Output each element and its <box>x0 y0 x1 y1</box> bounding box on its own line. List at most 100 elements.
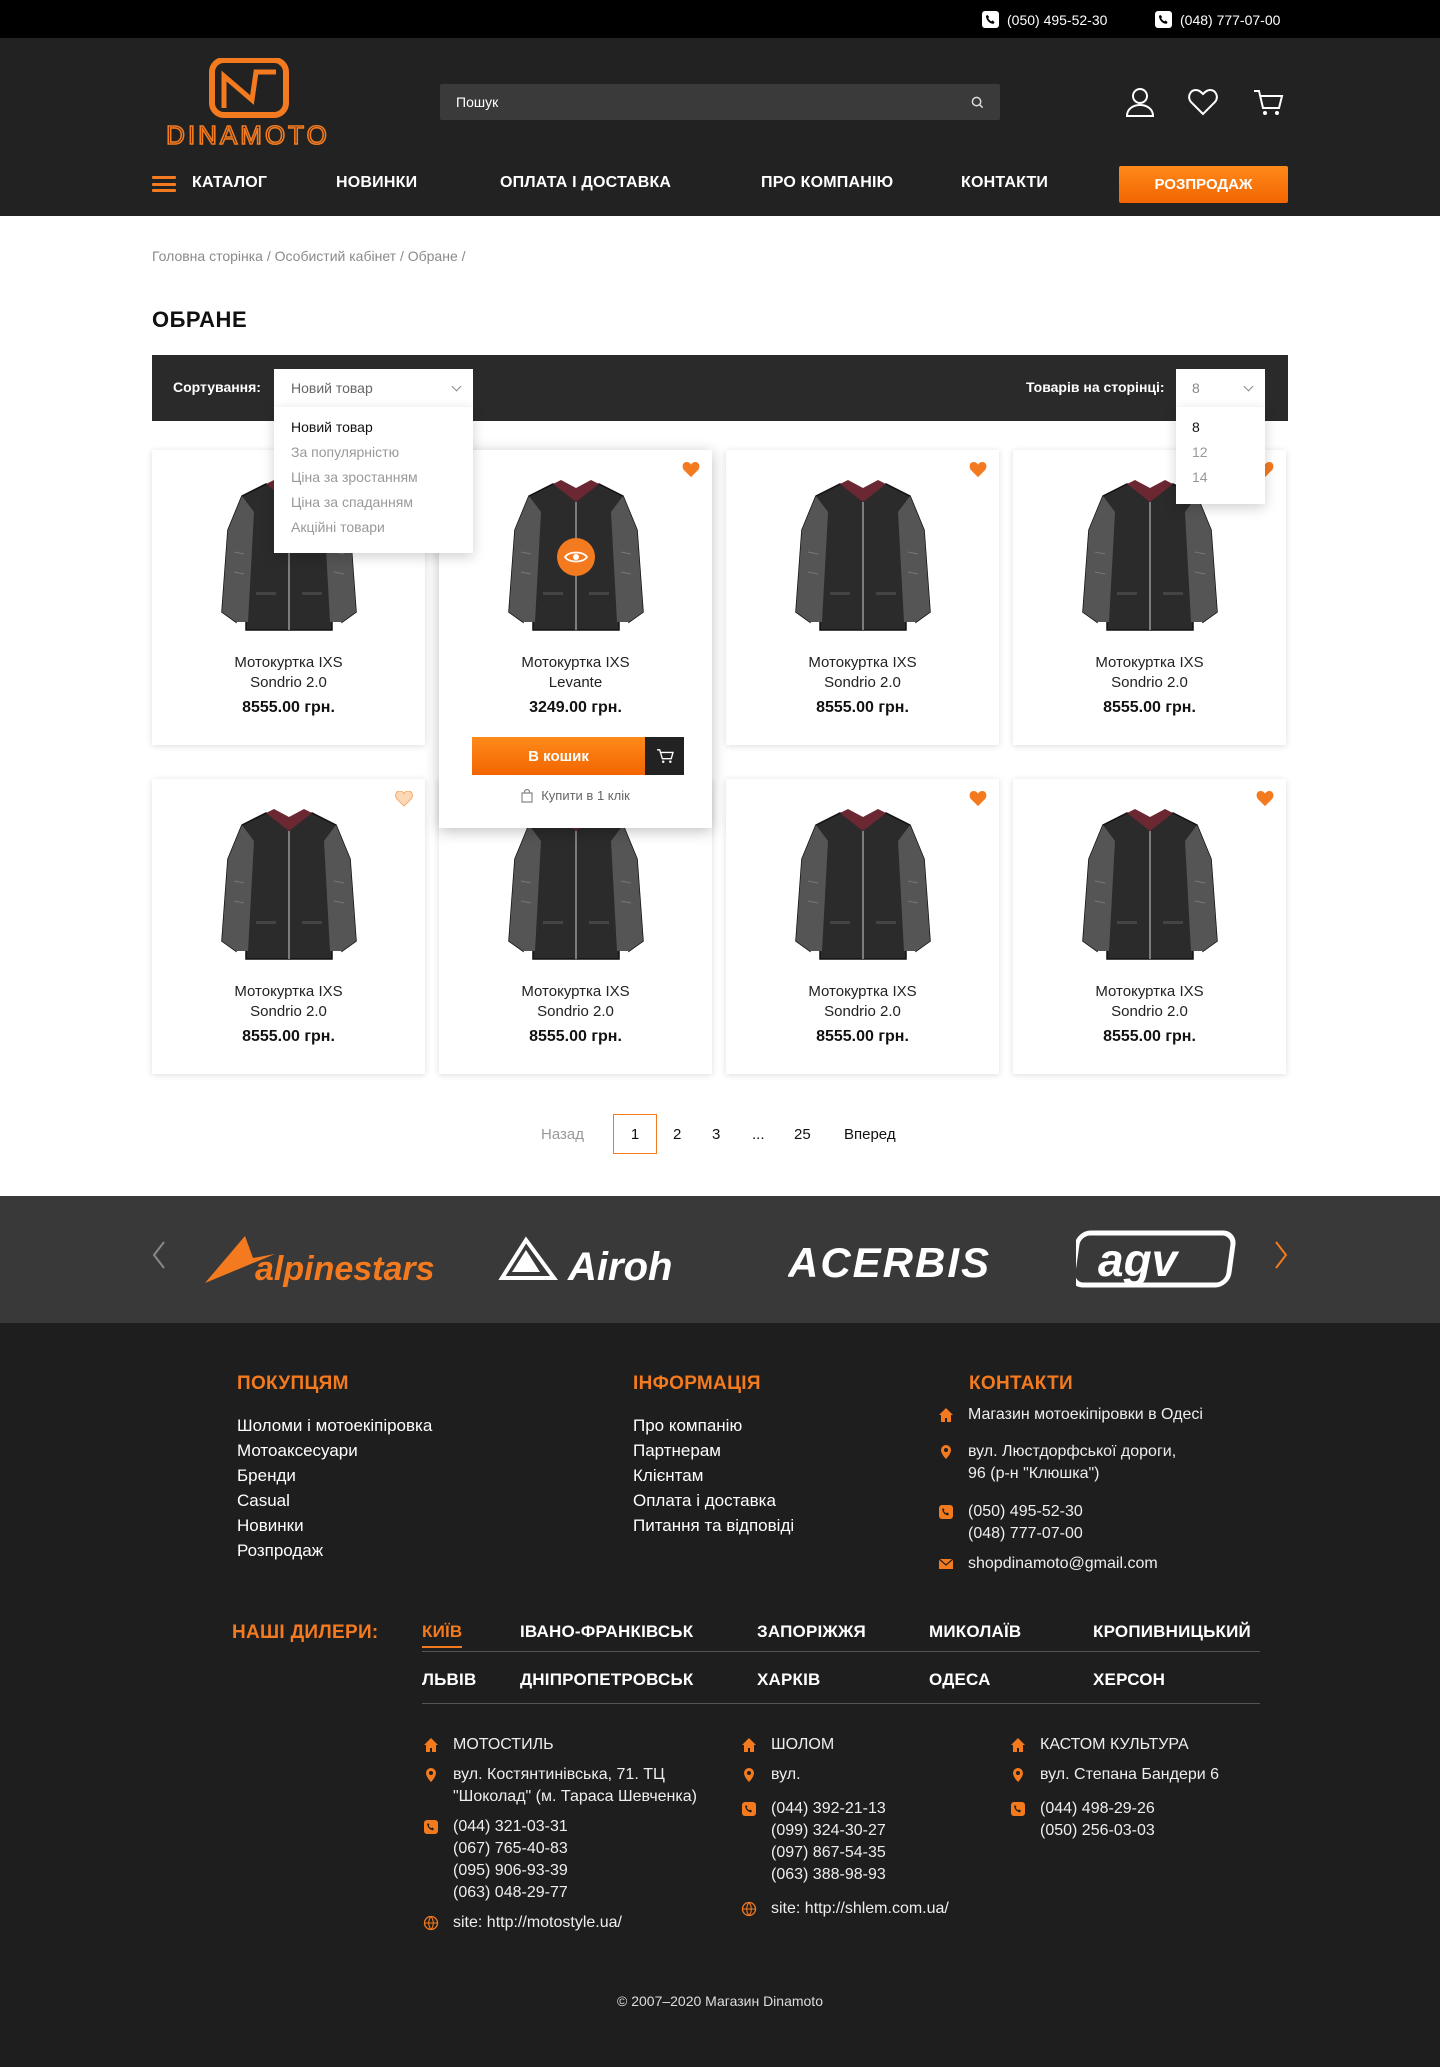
dealer-tab[interactable]: ОДЕСА <box>929 1670 991 1690</box>
footer-link[interactable]: Шоломи і мотоекіпіровка <box>237 1413 432 1438</box>
footer-link[interactable]: Про компанію <box>633 1413 794 1438</box>
buy-one-click-link[interactable]: Купити в 1 клік <box>439 788 712 803</box>
product-name[interactable]: Мотокуртка IXS Sondrio 2.0 <box>439 982 712 1022</box>
product-name[interactable]: Мотокуртка IXS Sondrio 2.0 <box>1013 653 1286 693</box>
dealer-site-link[interactable]: site: http://motostyle.ua/ <box>453 1912 622 1934</box>
product-name[interactable]: Мотокуртка IXS Sondrio 2.0 <box>152 653 425 693</box>
favorite-heart-icon[interactable] <box>969 791 987 807</box>
footer-link[interactable]: Оплата і доставка <box>633 1488 794 1513</box>
sort-option[interactable]: Акційні товари <box>291 515 456 540</box>
product-image[interactable] <box>1065 801 1235 971</box>
heart-icon[interactable] <box>1187 86 1219 118</box>
sort-select[interactable]: Новий товар <box>274 369 473 407</box>
sale-button[interactable]: РОЗПРОДАЖ <box>1119 166 1288 203</box>
dealer-tab[interactable]: МИКОЛАЇВ <box>929 1622 1021 1642</box>
phone-link-2[interactable]: (048) 777-07-00 <box>1155 11 1280 28</box>
user-icon[interactable] <box>1124 86 1156 118</box>
dealer-name: КАСТОМ КУЛЬТУРА <box>1040 1736 1189 1753</box>
product-card[interactable]: Мотокуртка IXS Sondrio 2.0 8555.00 грн. <box>726 779 999 1074</box>
breadcrumb[interactable]: Головна сторінка / Особистий кабінет / О… <box>152 248 466 264</box>
dealer-tab[interactable]: ЛЬВІВ <box>422 1670 476 1690</box>
dealer-tab[interactable]: ІВАНО-ФРАНКІВСЬК <box>520 1622 693 1642</box>
footer-link[interactable]: Новинки <box>237 1513 432 1538</box>
favorite-heart-icon[interactable] <box>1256 791 1274 807</box>
phone-link-1[interactable]: (050) 495-52-30 <box>982 11 1107 28</box>
dealer-tab[interactable]: ЗАПОРІЖЖЯ <box>757 1622 866 1642</box>
brand-logo-alpinestars[interactable]: alpinestars <box>195 1228 455 1290</box>
per-page-option[interactable]: 14 <box>1192 465 1249 490</box>
footer-link[interactable]: Мотоаксесуари <box>237 1438 432 1463</box>
contact-phone[interactable]: (048) 777-07-00 <box>968 1523 1083 1545</box>
nav-about[interactable]: ПРО КОМПАНІЮ <box>761 174 893 192</box>
footer-link[interactable]: Casual <box>237 1488 432 1513</box>
per-page-label: Товарів на сторінці: <box>1026 379 1165 395</box>
phone-icon <box>1011 1802 1025 1816</box>
product-card[interactable]: Мотокуртка IXS Sondrio 2.0 8555.00 грн. <box>726 450 999 745</box>
product-card[interactable]: Мотокуртка IXS Sondrio 2.0 8555.00 грн. <box>1013 779 1286 1074</box>
nav-new[interactable]: НОВИНКИ <box>336 174 417 192</box>
site-logo[interactable]: DINAMOTO <box>152 57 345 151</box>
favorite-heart-outline-icon[interactable] <box>395 791 413 807</box>
per-page-option[interactable]: 8 <box>1192 415 1249 440</box>
product-image[interactable] <box>204 801 374 971</box>
product-name[interactable]: Мотокуртка IXS Sondrio 2.0 <box>1013 982 1286 1022</box>
product-name[interactable]: Мотокуртка IXS Sondrio 2.0 <box>152 982 425 1022</box>
brand-logo-agv[interactable]: agv <box>1076 1230 1238 1288</box>
product-name[interactable]: Мотокуртка IXS Sondrio 2.0 <box>726 982 999 1022</box>
dealer-tab[interactable]: ДНІПРОПЕТРОВСЬК <box>520 1670 693 1690</box>
contact-phone[interactable]: (050) 495-52-30 <box>968 1501 1083 1523</box>
product-card[interactable]: Мотокуртка IXS Sondrio 2.0 8555.00 грн. <box>152 779 425 1074</box>
phone-icon <box>1155 11 1172 28</box>
sort-option[interactable]: Ціна за зростанням <box>291 465 456 490</box>
brand-logo-airoh[interactable]: Airoh <box>498 1232 734 1288</box>
dealer-tab-kyiv[interactable]: КИЇВ <box>422 1622 463 1648</box>
cart-icon[interactable] <box>645 737 684 775</box>
product-price: 8555.00 грн. <box>816 1028 909 1045</box>
per-page-option[interactable]: 12 <box>1192 440 1249 465</box>
footer-link[interactable]: Клієнтам <box>633 1463 794 1488</box>
per-page-select[interactable]: 8 <box>1176 369 1265 407</box>
contact-email[interactable]: shopdinamoto@gmail.com <box>938 1553 1158 1575</box>
chevron-left-icon[interactable] <box>152 1240 166 1270</box>
product-name[interactable]: Мотокуртка IXS Sondrio 2.0 <box>726 653 999 693</box>
sort-option[interactable]: Ціна за спаданням <box>291 490 456 515</box>
add-to-cart-button[interactable]: В кошик <box>472 737 645 775</box>
phone-icon <box>982 11 999 28</box>
sort-option[interactable]: Новий товар <box>291 415 456 440</box>
pagination-page-current[interactable]: 1 <box>613 1114 657 1154</box>
footer-link[interactable]: Партнерам <box>633 1438 794 1463</box>
footer-link[interactable]: Питання та відповіді <box>633 1513 794 1538</box>
pagination-next[interactable]: Вперед <box>844 1114 896 1154</box>
dealer-tab[interactable]: ХАРКІВ <box>757 1670 821 1690</box>
brand-logo-acerbis[interactable]: ACERBIS <box>788 1235 1028 1285</box>
chevron-right-icon[interactable] <box>1274 1240 1288 1270</box>
pagination-page[interactable]: 2 <box>673 1114 681 1154</box>
search-input[interactable]: Пошук <box>440 84 1000 120</box>
dealer-site-link[interactable]: site: http://shlem.com.ua/ <box>771 1898 949 1920</box>
favorite-heart-icon[interactable] <box>682 462 700 478</box>
pagination-page[interactable]: 25 <box>794 1114 811 1154</box>
pagination-page[interactable]: 3 <box>712 1114 720 1154</box>
product-image[interactable] <box>778 472 948 642</box>
footer-link[interactable]: Розпродаж <box>237 1538 432 1563</box>
dealer-tab[interactable]: КРОПИВНИЦЬКИЙ <box>1093 1622 1251 1642</box>
footer-link[interactable]: Бренди <box>237 1463 432 1488</box>
product-name[interactable]: Мотокуртка IXS Levante <box>439 653 712 693</box>
svg-text:agv: agv <box>1098 1234 1180 1286</box>
product-card[interactable]: Мотокуртка IXS Levante 3249.00 грн. В кош… <box>439 450 712 828</box>
pagination-prev[interactable]: Назад <box>541 1114 584 1154</box>
nav-payment-delivery[interactable]: ОПЛАТА І ДОСТАВКА <box>500 174 671 192</box>
dealer-tab[interactable]: ХЕРСОН <box>1093 1670 1165 1690</box>
nav-catalog[interactable]: КАТАЛОГ <box>192 174 267 192</box>
menu-icon[interactable] <box>152 176 176 192</box>
quick-view-eye-icon[interactable] <box>556 538 595 576</box>
sort-option[interactable]: За популярністю <box>291 440 456 465</box>
product-image[interactable] <box>778 801 948 971</box>
bag-icon <box>521 788 533 803</box>
svg-text:Airoh: Airoh <box>567 1245 672 1288</box>
favorite-heart-icon[interactable] <box>969 462 987 478</box>
cart-icon[interactable] <box>1252 86 1284 118</box>
search-icon[interactable] <box>971 96 984 109</box>
nav-contacts[interactable]: КОНТАКТИ <box>961 174 1048 192</box>
dealer-name: МОТОСТИЛЬ <box>453 1736 554 1753</box>
